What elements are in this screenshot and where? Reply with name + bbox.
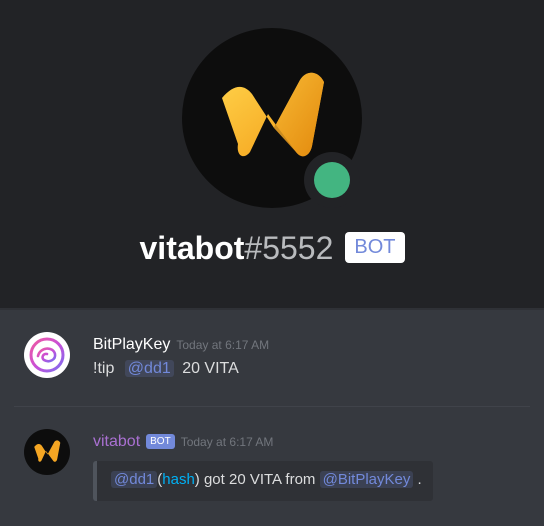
status-indicator [304, 152, 360, 208]
profile-avatar[interactable] [182, 28, 362, 208]
paren-close: ) [194, 471, 200, 488]
profile-discriminator: #5552 [244, 230, 334, 266]
hash-link[interactable]: hash [162, 471, 195, 488]
author-name[interactable]: vitabot [93, 433, 140, 450]
vitabot-small-logo-icon [34, 440, 61, 462]
bitplaykey-avatar[interactable] [24, 332, 70, 378]
embed-end-text: . [417, 471, 422, 488]
message-content: !tip @dd1 20 VITA [93, 360, 239, 378]
amount-text: 20 VITA [182, 360, 239, 377]
author-name[interactable]: BitPlayKey [93, 336, 170, 353]
message-embed: @dd1 (hash) got 20 VITA from @BitPlayKey … [93, 461, 433, 501]
profile-bot-badge: BOT [345, 232, 405, 264]
profile-username: vitabot#5552 BOT [0, 230, 544, 267]
profile-name-text: vitabot [139, 230, 245, 266]
chat-messages: BitPlayKey Today at 6:17 AM !tip @dd1 20 … [0, 308, 544, 526]
message-header: vitabot BOT Today at 6:17 AM [93, 433, 273, 451]
bot-tag: BOT [146, 434, 175, 449]
recipient-mention[interactable]: @dd1 [111, 471, 158, 488]
embed-text: @dd1 (hash) got 20 VITA from @BitPlayKey … [111, 471, 422, 488]
message-bitplaykey: BitPlayKey Today at 6:17 AM !tip @dd1 20 … [0, 308, 544, 406]
command-text: !tip [93, 360, 115, 377]
vitabot-avatar[interactable] [24, 429, 70, 475]
sender-mention[interactable]: @BitPlayKey [319, 471, 414, 488]
user-mention[interactable]: @dd1 [124, 360, 174, 377]
message-timestamp: Today at 6:17 AM [180, 435, 274, 449]
embed-middle-text: got 20 VITA from [203, 471, 316, 488]
online-status-icon [314, 162, 350, 198]
profile-card: vitabot#5552 BOT [0, 0, 544, 308]
message-header: BitPlayKey Today at 6:17 AM [93, 336, 269, 354]
message-timestamp: Today at 6:17 AM [176, 338, 270, 352]
swirl-logo-icon [29, 337, 65, 373]
